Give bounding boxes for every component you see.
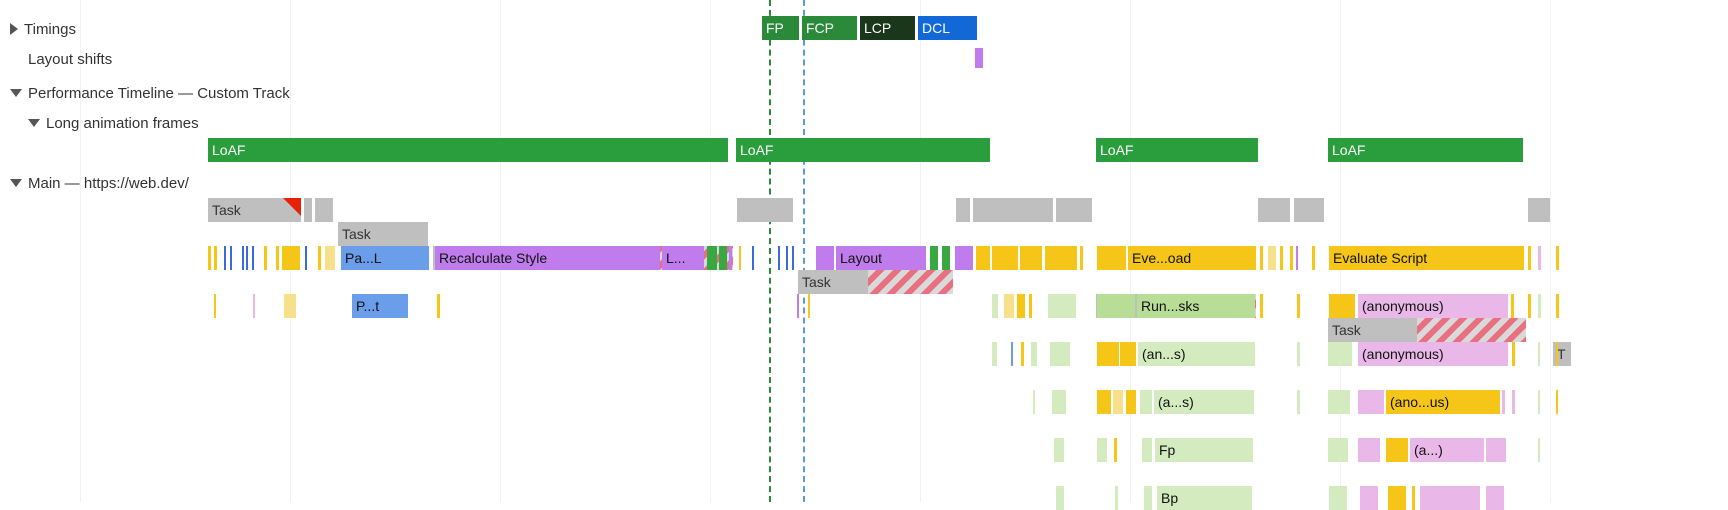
task-slice[interactable]	[1258, 198, 1290, 222]
recalculate-style-bar[interactable]: Recalculate Style	[435, 246, 660, 270]
loaf-label: Long animation frames	[46, 115, 199, 132]
task-bar[interactable]: Task	[798, 270, 953, 294]
perf-timeline-track-header[interactable]: Performance Timeline — Custom Track	[0, 78, 1728, 108]
fp-bar[interactable]: Fp	[1155, 438, 1253, 462]
task-slice[interactable]	[1056, 198, 1092, 222]
a-s-bar[interactable]: (a...s)	[1154, 390, 1254, 414]
event-load-bar[interactable]: Eve...oad	[1128, 246, 1256, 270]
main-label: Main — https://web.dev/	[28, 175, 189, 192]
task-slice[interactable]	[304, 198, 312, 222]
loaf-track-header[interactable]: Long animation frames	[0, 108, 1728, 138]
task-bar[interactable]: Task	[208, 198, 301, 222]
task-bar[interactable]: Task	[338, 222, 428, 246]
ano-us-bar[interactable]: (ano...us)	[1386, 390, 1500, 414]
loaf-bar[interactable]: LoAF	[736, 138, 990, 162]
run-tasks-bar[interactable]: Run...sks	[1137, 294, 1255, 318]
chevron-down-icon	[10, 179, 22, 187]
task-slice[interactable]	[1528, 198, 1550, 222]
layout-shifts-track-header[interactable]: Layout shifts	[0, 44, 1728, 74]
an-s-bar[interactable]: (an...s)	[1138, 342, 1255, 366]
a-bar[interactable]: (a...)	[1410, 438, 1484, 462]
chevron-down-icon	[28, 119, 40, 127]
task-slice[interactable]	[737, 198, 793, 222]
timings-markers-area: FP FCP LCP DCL	[0, 16, 1728, 42]
evaluate-script-bar[interactable]: Evaluate Script	[1329, 246, 1524, 270]
loaf-bar[interactable]: LoAF	[208, 138, 728, 162]
task-slice[interactable]	[956, 198, 970, 222]
layout-bar-small[interactable]: L...	[662, 246, 704, 270]
loaf-bar[interactable]: LoAF	[1328, 138, 1523, 162]
chevron-down-icon	[10, 89, 22, 97]
task-slice[interactable]	[315, 198, 333, 222]
dcl-marker[interactable]: DCL	[918, 16, 977, 40]
bp-bar[interactable]: Bp	[1157, 486, 1252, 510]
task-bar[interactable]: Task	[1328, 318, 1526, 342]
perf-timeline-label: Performance Timeline — Custom Track	[28, 85, 290, 102]
anonymous-bar[interactable]: (anonymous)	[1358, 294, 1508, 318]
task-slice[interactable]	[1294, 198, 1324, 222]
loaf-bar[interactable]: LoAF	[1096, 138, 1258, 162]
task-slice[interactable]	[973, 198, 1053, 222]
layout-shift-event[interactable]	[975, 48, 983, 68]
layout-bar[interactable]: Layout	[836, 246, 926, 270]
pt-bar[interactable]: P...t	[352, 294, 408, 318]
main-track-header[interactable]: Main — https://web.dev/	[0, 168, 1728, 198]
layout-shifts-label: Layout shifts	[28, 51, 112, 68]
parse-html-bar[interactable]: Pa...L	[341, 246, 429, 270]
fcp-marker[interactable]: FCP	[802, 16, 857, 40]
lcp-marker[interactable]: LCP	[860, 16, 915, 40]
anonymous-bar[interactable]: (anonymous)	[1358, 342, 1508, 366]
fp-marker[interactable]: FP	[762, 16, 799, 40]
